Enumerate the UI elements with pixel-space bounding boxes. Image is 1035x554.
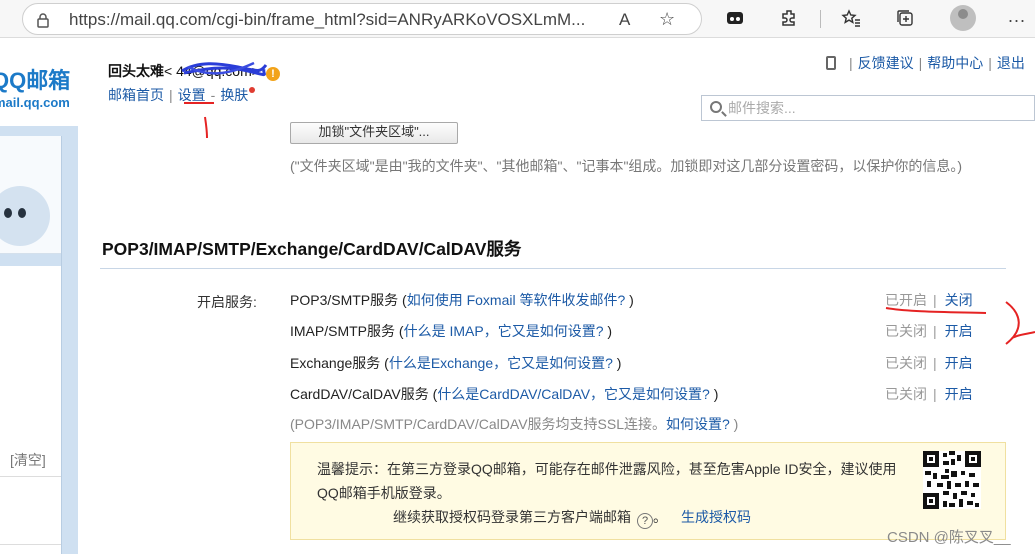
status-separator: |: [933, 355, 937, 371]
sidebar-promo: [0, 136, 61, 254]
service-row-pop3: POP3/SMTP服务 (如何使用 Foxmail 等软件收发邮件? ): [290, 290, 634, 310]
logout-link[interactable]: 退出: [997, 55, 1025, 71]
toggle-pop3-button[interactable]: 关闭: [945, 292, 973, 308]
link-separator: |: [918, 55, 923, 71]
link-separator: |: [988, 55, 992, 71]
status-text: 已关闭: [885, 386, 927, 402]
read-aloud-icon[interactable]: A: [619, 10, 630, 30]
service-name: POP3/SMTP服务: [290, 292, 399, 308]
status-text: 已关闭: [885, 323, 927, 339]
generate-auth-code-link[interactable]: 生成授权码: [681, 509, 751, 525]
extensions-puzzle-icon[interactable]: [778, 8, 800, 30]
user-name: 回头太难: [108, 63, 164, 79]
ssl-note-end: ): [729, 416, 739, 432]
paren-open: (: [380, 355, 389, 371]
tip-action: 继续获取授权码登录第三方客户端邮箱?。生成授权码: [393, 507, 751, 529]
service-row-exchange: Exchange服务 (什么是Exchange，它又是如何设置? ): [290, 353, 621, 373]
extension-badge-icon[interactable]: [724, 8, 746, 30]
mail-home-link[interactable]: 邮箱首页: [108, 87, 164, 103]
sidebar-divider: [0, 544, 61, 545]
service-name: IMAP/SMTP服务: [290, 323, 396, 339]
folder-note: ("文件夹区域"是由"我的文件夹"、"其他邮箱"、"记事本"组成。加锁即对这几部…: [290, 158, 963, 174]
question-icon[interactable]: ?: [637, 513, 653, 529]
service-row-carddav: CardDAV/CalDAV服务 (什么是CardDAV/CalDAV，它又是如…: [290, 384, 718, 404]
service-help-link[interactable]: 什么是 IMAP，它又是如何设置?: [404, 323, 604, 339]
service-help-link[interactable]: 什么是CardDAV/CalDAV，它又是如何设置?: [437, 386, 710, 402]
logo-main-text: QQ邮箱: [0, 68, 71, 93]
settings-panel: 加锁"文件夹区域"... ("文件夹区域"是由"我的文件夹"、"其他邮箱"、"记…: [78, 122, 1035, 554]
url-text[interactable]: https://mail.qq.com/cgi-bin/frame_html?s…: [69, 10, 585, 30]
more-options-icon[interactable]: ...: [1008, 6, 1026, 27]
status-separator: |: [933, 292, 937, 308]
status-text: 已开启: [885, 292, 927, 308]
settings-link[interactable]: 设置: [178, 87, 206, 103]
mail-search-input[interactable]: [728, 98, 1018, 118]
service-row-imap: IMAP/SMTP服务 (什么是 IMAP，它又是如何设置? ): [290, 321, 612, 341]
status-text: 已关闭: [885, 355, 927, 371]
service-name: Exchange服务: [290, 355, 381, 371]
help-center-link[interactable]: 帮助中心: [927, 55, 983, 71]
favorites-icon[interactable]: [840, 8, 862, 30]
qr-code-icon: [923, 451, 981, 509]
service-label: 开启服务:: [197, 294, 257, 310]
tip-text: 温馨提示：在第三方登录QQ邮箱，可能存在邮件泄露风险，甚至危害Apple ID安…: [317, 461, 897, 501]
profile-avatar[interactable]: [950, 5, 976, 31]
ssl-note-text: (POP3/IMAP/SMTP/CardDAV/CalDAV服务均支持SSL连接…: [290, 416, 666, 432]
service-status-pop3: 已开启 | 关闭: [885, 290, 973, 310]
sidebar-gap: [0, 254, 61, 266]
nav-separator: |: [169, 87, 173, 103]
top-links: | 反馈建议 | 帮助中心 | 退出: [826, 53, 1025, 73]
browser-toolbar: https://mail.qq.com/cgi-bin/frame_html?s…: [0, 0, 1035, 38]
search-icon[interactable]: [710, 101, 722, 113]
toolbar-separator: [820, 10, 821, 28]
nav-separator: -: [210, 87, 216, 103]
ssl-setup-link[interactable]: 如何设置?: [666, 416, 730, 432]
paren-close: ): [625, 292, 634, 308]
status-separator: |: [933, 386, 937, 402]
warning-icon[interactable]: !: [265, 67, 280, 81]
paren-open: (: [398, 292, 407, 308]
section-divider: [100, 268, 1006, 269]
left-sidebar: [清空]: [0, 136, 62, 554]
toggle-imap-button[interactable]: 开启: [945, 323, 973, 339]
service-help-link[interactable]: 什么是Exchange，它又是如何设置?: [389, 355, 613, 371]
paren-close: ): [612, 355, 622, 371]
sidebar-divider: [0, 476, 61, 477]
paren-close: ): [603, 323, 613, 339]
phone-icon[interactable]: [826, 56, 836, 70]
penguin-mascot-icon: [0, 186, 50, 246]
clear-link[interactable]: [清空]: [10, 450, 46, 470]
csdn-watermark: CSDN @陈叉叉__: [887, 529, 1011, 546]
qq-mail-logo[interactable]: QQ邮箱 mail.qq.com: [0, 63, 96, 110]
header-nav: 邮箱首页 | 设置 - 换肤: [108, 85, 256, 105]
feedback-link[interactable]: 反馈建议: [858, 55, 914, 71]
ssl-note: (POP3/IMAP/SMTP/CardDAV/CalDAV服务均支持SSL连接…: [290, 414, 738, 434]
address-bar[interactable]: https://mail.qq.com/cgi-bin/frame_html?s…: [22, 3, 702, 35]
tip-action-text: 继续获取授权码登录第三方客户端邮箱: [393, 509, 631, 525]
add-favorite-icon[interactable]: ☆: [659, 9, 675, 30]
lock-folder-button[interactable]: 加锁"文件夹区域"...: [290, 122, 458, 144]
new-dot-badge: [249, 87, 256, 93]
collections-icon[interactable]: [894, 8, 916, 30]
section-title: POP3/IMAP/SMTP/Exchange/CardDAV/CalDAV服务: [102, 239, 522, 259]
status-separator: |: [933, 323, 937, 339]
toggle-carddav-button[interactable]: 开启: [945, 386, 973, 402]
change-skin-link[interactable]: 换肤: [220, 87, 248, 103]
link-separator: |: [849, 55, 853, 71]
mail-header: QQ邮箱 mail.qq.com 回头太难< 44@qq.com>! 邮箱首页 |…: [0, 39, 1035, 126]
paren-open: (: [395, 323, 404, 339]
service-name: CardDAV/CalDAV服务: [290, 386, 429, 402]
service-status-carddav: 已关闭 | 开启: [885, 384, 973, 404]
service-status-exchange: 已关闭 | 开启: [885, 353, 973, 373]
service-help-link[interactable]: 如何使用 Foxmail 等软件收发邮件?: [407, 292, 626, 308]
logo-sub-text: mail.qq.com: [0, 95, 70, 110]
paren-close: ): [709, 386, 719, 402]
redaction-scribble: [181, 61, 268, 77]
toggle-exchange-button[interactable]: 开启: [945, 355, 973, 371]
lock-icon[interactable]: [35, 12, 51, 28]
tip-action-end: 。: [653, 509, 667, 525]
mail-search-box[interactable]: [701, 95, 1035, 121]
service-status-imap: 已关闭 | 开启: [885, 321, 973, 341]
